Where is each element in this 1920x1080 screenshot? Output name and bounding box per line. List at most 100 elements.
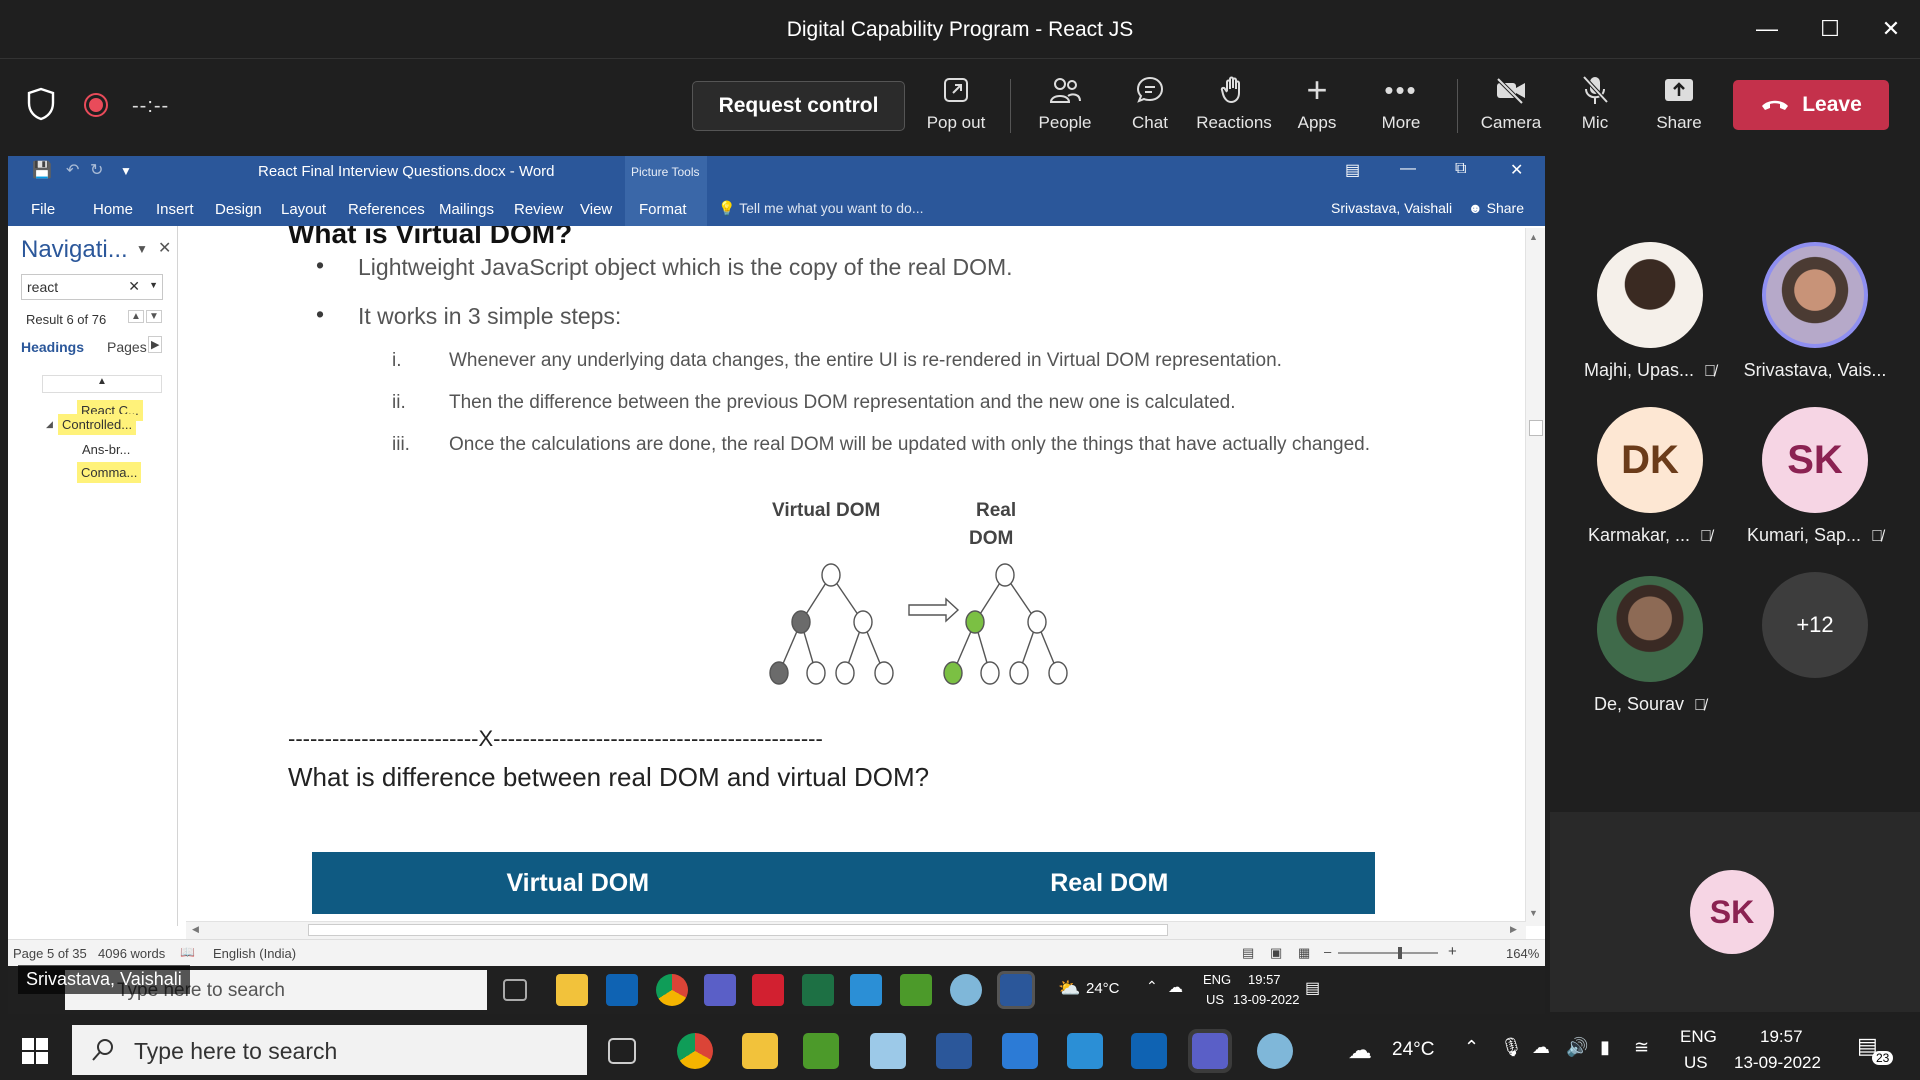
taskbar-date[interactable]: 13-09-2022 — [1734, 1053, 1821, 1073]
search-dropdown-icon[interactable]: ▼ — [149, 280, 158, 290]
word-close-button[interactable]: ✕ — [1510, 160, 1523, 180]
reactions-button[interactable]: Reactions — [1193, 69, 1275, 149]
teams-icon[interactable] — [704, 974, 736, 1006]
taskbar-lang-2[interactable]: US — [1684, 1053, 1708, 1073]
vertical-scrollbar[interactable]: ▲ ▼ — [1525, 228, 1545, 926]
people-button[interactable]: People — [1030, 69, 1100, 149]
participant-tile[interactable]: De, Sourav 🎙̸ — [1594, 576, 1706, 714]
tab-file[interactable]: File — [31, 201, 55, 218]
vscode-icon[interactable] — [850, 974, 882, 1006]
customize-qat-icon[interactable]: ▼ — [120, 164, 132, 178]
tab-pages[interactable]: Pages — [107, 339, 147, 355]
self-video-tile[interactable]: SK — [1550, 812, 1920, 1012]
tab-home[interactable]: Home — [93, 201, 133, 218]
outlook-icon[interactable] — [606, 974, 638, 1006]
collapse-all-handle[interactable]: ▲ — [42, 375, 162, 393]
minimize-button[interactable]: — — [1742, 10, 1792, 48]
document-page[interactable]: What is Virtual DOM? • Lightweight JavaS… — [186, 226, 1516, 926]
tab-layout[interactable]: Layout — [281, 201, 326, 218]
clear-search-icon[interactable]: ✕ — [128, 278, 140, 295]
scroll-right-icon[interactable]: ▶ — [1510, 924, 1517, 935]
shared-notification-icon[interactable]: ▤ — [1305, 978, 1320, 998]
participant-tile[interactable]: SK Kumari, Sap... 🎙̸ — [1747, 407, 1883, 545]
word-icon[interactable] — [936, 1033, 972, 1069]
shared-time[interactable]: 19:57 — [1248, 972, 1281, 987]
page-count[interactable]: Page 5 of 35 — [13, 946, 87, 961]
undo-icon[interactable]: ↶ — [66, 160, 79, 180]
task-view-icon[interactable] — [503, 979, 527, 1001]
zoom-slider[interactable] — [1338, 947, 1438, 959]
excel-icon[interactable] — [802, 974, 834, 1006]
expand-triangle-icon[interactable]: ◢ — [46, 419, 53, 430]
mic-button[interactable]: Mic — [1561, 69, 1629, 149]
vscode-icon[interactable] — [1067, 1033, 1103, 1069]
zoom-level[interactable]: 164% — [1506, 946, 1539, 961]
paint-icon[interactable] — [950, 974, 982, 1006]
request-control-button[interactable]: Request control — [692, 81, 905, 131]
nav-tab-scroll-icon[interactable]: ▶ — [148, 336, 163, 353]
hscroll-thumb[interactable] — [308, 924, 1168, 936]
share-button[interactable]: Share — [1644, 69, 1714, 149]
indesign-icon[interactable] — [752, 974, 784, 1006]
file-explorer-icon[interactable] — [556, 974, 588, 1006]
wifi-icon[interactable]: ≅ — [1634, 1037, 1649, 1058]
previous-result-icon[interactable]: ▲ — [128, 310, 144, 323]
mic-tray-icon[interactable]: 🎙 — [1500, 1037, 1523, 1058]
shared-lang-1[interactable]: ENG — [1203, 972, 1231, 987]
shared-date[interactable]: 13-09-2022 — [1233, 992, 1300, 1007]
language[interactable]: English (India) — [213, 946, 296, 961]
chat-button[interactable]: Chat — [1115, 69, 1185, 149]
tab-review[interactable]: Review — [514, 201, 563, 218]
word-share-button[interactable]: ☻ Share — [1468, 200, 1524, 216]
maximize-button[interactable]: ☐ — [1805, 10, 1855, 48]
notes-icon[interactable] — [870, 1033, 906, 1069]
nav-heading-item[interactable]: Ans-br... — [78, 439, 134, 460]
read-mode-icon[interactable]: ▤ — [1242, 945, 1254, 961]
volume-icon[interactable]: 🔊 — [1566, 1037, 1588, 1058]
scroll-down-icon[interactable]: ▼ — [1529, 908, 1538, 918]
zoom-out-icon[interactable]: – — [1324, 944, 1331, 959]
nav-options-icon[interactable]: ▼ — [136, 242, 148, 256]
ribbon-display-icon[interactable]: ▤ — [1345, 160, 1360, 180]
word-restore-button[interactable]: ⧉ — [1455, 160, 1466, 178]
onedrive-icon[interactable]: ☁ — [1168, 978, 1183, 996]
close-button[interactable]: ✕ — [1866, 10, 1916, 48]
participant-tile[interactable]: Majhi, Upas... 🎙̸ — [1584, 242, 1716, 380]
taskbar-lang-1[interactable]: ENG — [1680, 1027, 1717, 1047]
scroll-thumb[interactable] — [1529, 420, 1543, 436]
scroll-left-icon[interactable]: ◀ — [192, 924, 199, 935]
windows-start-icon[interactable] — [22, 1038, 48, 1064]
word-count[interactable]: 4096 words — [98, 946, 165, 961]
task-view-icon[interactable] — [608, 1038, 636, 1064]
tab-design[interactable]: Design — [215, 201, 262, 218]
next-result-icon[interactable]: ▼ — [146, 310, 162, 323]
tab-mailings[interactable]: Mailings — [439, 201, 494, 218]
word-icon[interactable] — [997, 971, 1035, 1009]
save-icon[interactable]: 💾 — [32, 160, 52, 180]
word-user-name[interactable]: Srivastava, Vaishali — [1331, 200, 1452, 216]
proofing-icon[interactable]: 📖 — [180, 945, 195, 959]
shield-icon[interactable] — [26, 87, 56, 121]
tab-format[interactable]: Format — [625, 196, 707, 226]
redo-icon[interactable]: ↻ — [90, 160, 103, 180]
chrome-icon[interactable] — [677, 1033, 713, 1069]
participant-tile[interactable]: Srivastava, Vais... — [1744, 242, 1886, 380]
taskbar-time[interactable]: 19:57 — [1760, 1027, 1803, 1047]
tab-insert[interactable]: Insert — [156, 201, 194, 218]
nav-heading-item[interactable]: Comma... — [77, 462, 142, 483]
tab-references[interactable]: References — [348, 201, 425, 218]
more-button[interactable]: ••• More — [1367, 69, 1435, 149]
participant-tile[interactable]: DK Karmakar, ... 🎙̸ — [1588, 407, 1712, 545]
word-minimize-button[interactable]: — — [1400, 160, 1416, 178]
battery-icon[interactable]: ▮ — [1600, 1037, 1610, 1058]
shared-lang-2[interactable]: US — [1206, 992, 1224, 1007]
photos-icon[interactable] — [1002, 1033, 1038, 1069]
outlook-icon[interactable] — [1131, 1033, 1167, 1069]
file-explorer-icon[interactable] — [742, 1033, 778, 1069]
onedrive-icon[interactable]: ☁ — [1532, 1037, 1550, 1058]
tray-chevron-icon[interactable]: ⌃ — [1146, 978, 1158, 995]
more-participants-button[interactable]: +12 — [1762, 572, 1868, 678]
print-layout-icon[interactable]: ▣ — [1270, 945, 1282, 961]
notepad-icon[interactable] — [900, 974, 932, 1006]
horizontal-scrollbar[interactable]: ◀ ▶ — [186, 921, 1526, 939]
